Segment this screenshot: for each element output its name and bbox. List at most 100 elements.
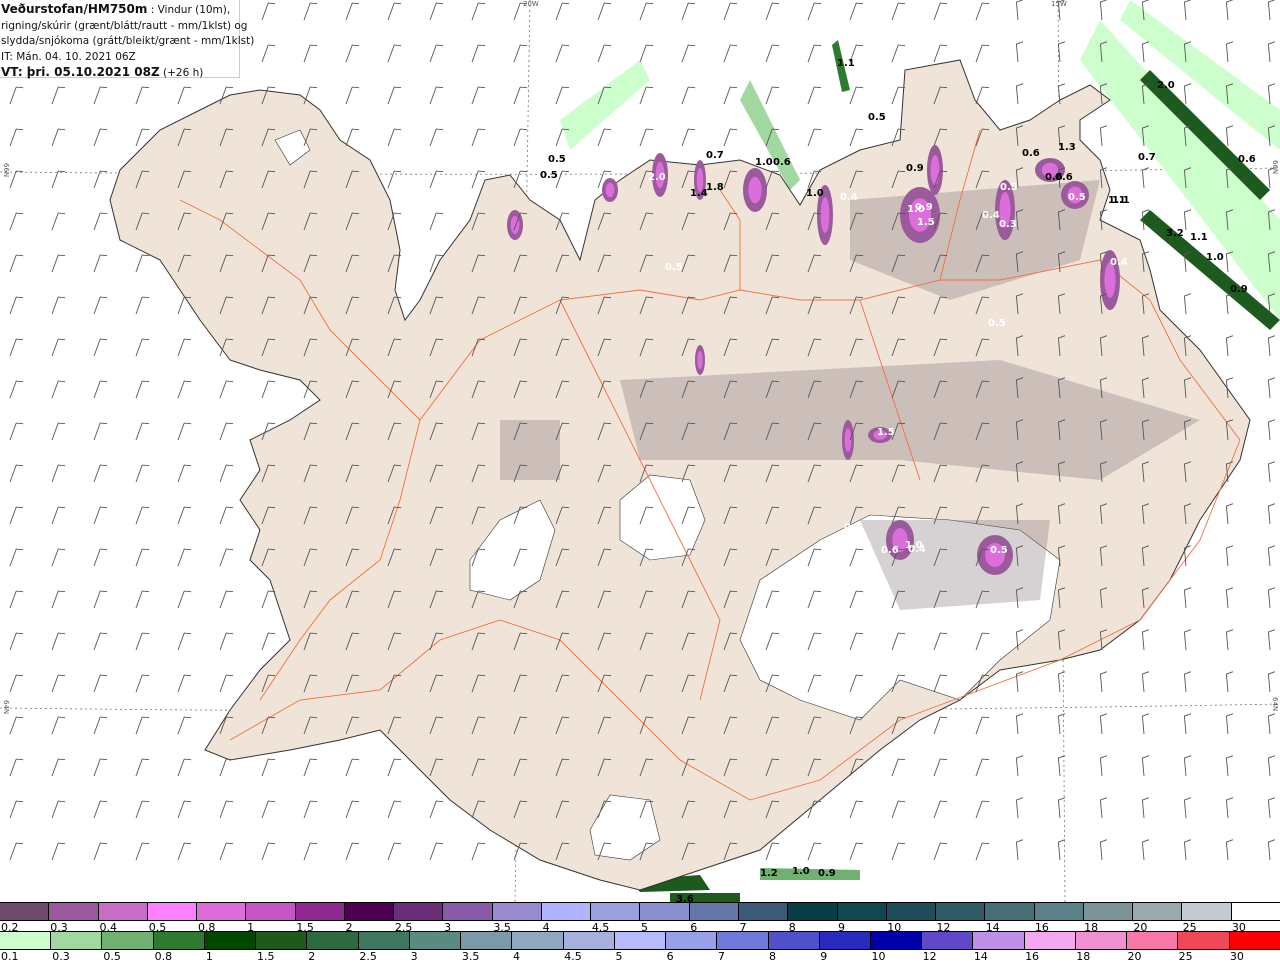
rain-legend-swatch (1023, 932, 1075, 949)
wind-barb (891, 842, 906, 861)
wind-barb (93, 128, 108, 147)
wind-barb (9, 842, 24, 861)
wind-barb (9, 170, 24, 189)
wind-barb (1099, 755, 1108, 777)
snow-amount-label: 0.4 (1110, 257, 1128, 268)
wind-barb (765, 86, 780, 105)
rain-amount-label: 1.0 (755, 157, 773, 168)
wind-barb (1225, 629, 1234, 651)
wind-barb (1141, 755, 1150, 777)
wind-barb (933, 842, 948, 861)
snow-area-core (748, 176, 762, 204)
rain-legend-label: 4.5 (564, 950, 582, 963)
rain-legend-swatch (1177, 932, 1229, 949)
snow-amount-label: 0.4 (840, 192, 858, 203)
wind-barb (1183, 83, 1192, 105)
rain-legend-label: 12 (922, 950, 937, 963)
wind-barb (261, 2, 276, 21)
snow-amount-label: 0.5 (988, 318, 1006, 329)
wind-barb (135, 422, 150, 441)
snow-legend-swatch (491, 903, 541, 920)
rain-amount-label: 3.2 (1166, 228, 1184, 239)
wind-barb (1183, 839, 1192, 861)
wind-barb (555, 2, 570, 21)
wind-barb (891, 44, 906, 63)
rain-legend-swatch (1228, 932, 1280, 949)
wind-barb (51, 506, 66, 525)
issue-time: IT: Mán. 04. 10. 2021 06Z (1, 50, 136, 63)
wind-barb (51, 548, 66, 567)
wind-barb (681, 128, 696, 147)
rain-legend-label: 3.5 (461, 950, 480, 963)
wind-barb (93, 506, 108, 525)
wind-barb (849, 2, 864, 21)
wind-barb (849, 86, 864, 105)
snow-amount-label: 1.5 (917, 217, 935, 228)
wind-barb (1183, 671, 1192, 693)
wind-barb (1225, 671, 1234, 693)
wind-barb (177, 674, 192, 693)
wind-barb (513, 128, 528, 147)
snow-legend-swatch (885, 903, 936, 920)
wind-barb (597, 44, 612, 63)
wind-barb (93, 842, 108, 861)
wind-barb (303, 842, 318, 861)
wind-barb (1225, 503, 1234, 525)
snow-legend-swatch (1082, 903, 1133, 920)
wind-barb (51, 716, 66, 735)
wind-barb (723, 44, 738, 63)
wind-barb (429, 86, 444, 105)
wind-barb (429, 212, 444, 231)
wind-barb (471, 86, 486, 105)
snow-amount-label: 0.5 (1068, 192, 1086, 203)
wind-barb (261, 590, 276, 609)
wind-barb (849, 128, 864, 147)
rain-amount-label: 1.0 (806, 188, 824, 199)
wind-barb (135, 548, 150, 567)
rain-legend-swatch (408, 932, 461, 949)
wind-barb (723, 128, 738, 147)
wind-barb (555, 44, 570, 63)
wind-barb (807, 44, 822, 63)
wind-barb (9, 674, 24, 693)
wind-barb (9, 296, 24, 315)
wind-barb (1015, 83, 1024, 105)
wind-barb (1225, 335, 1234, 357)
wind-barb (93, 590, 108, 609)
wind-barb (1225, 713, 1234, 735)
wind-barb (261, 44, 276, 63)
wind-barb (1183, 209, 1192, 231)
wind-barb (1183, 629, 1192, 651)
wind-barb (1015, 41, 1024, 63)
wind-barb (93, 758, 108, 777)
wind-barb (1141, 629, 1150, 651)
rain-legend-swatch (716, 932, 768, 949)
wind-barb (51, 758, 66, 777)
rain-legend-swatch (203, 932, 256, 949)
snow-area-core (820, 197, 830, 233)
wind-barb (51, 170, 66, 189)
wind-barb (975, 86, 990, 105)
wind-barb (387, 86, 402, 105)
wind-barb (177, 716, 192, 735)
wind-barb (681, 2, 696, 21)
rain-area (560, 60, 650, 150)
rain-legend-label: 0.5 (103, 950, 121, 963)
wind-barb (177, 842, 192, 861)
wind-barb (1099, 839, 1108, 861)
wind-barb (471, 128, 486, 147)
wind-barb (975, 2, 990, 21)
wind-barb (1267, 797, 1276, 819)
wind-barb (975, 842, 990, 861)
weather-map: 0.5 0.5 1.1 0.5 2.0 0.7 0.6 0.7 0.6 3.2 1.1 1.0 0.9 1… (0, 0, 1280, 903)
wind-barb (51, 380, 66, 399)
wind-barb (471, 842, 486, 861)
wind-barb (93, 632, 108, 651)
wind-barb (1267, 377, 1276, 399)
rain-legend-swatch (767, 932, 819, 949)
wind-barb (51, 422, 66, 441)
snow-amount-label: 0.5 (665, 262, 683, 273)
wind-barb (639, 44, 654, 63)
wind-barb (849, 842, 864, 861)
rain-legend-swatch (460, 932, 512, 949)
